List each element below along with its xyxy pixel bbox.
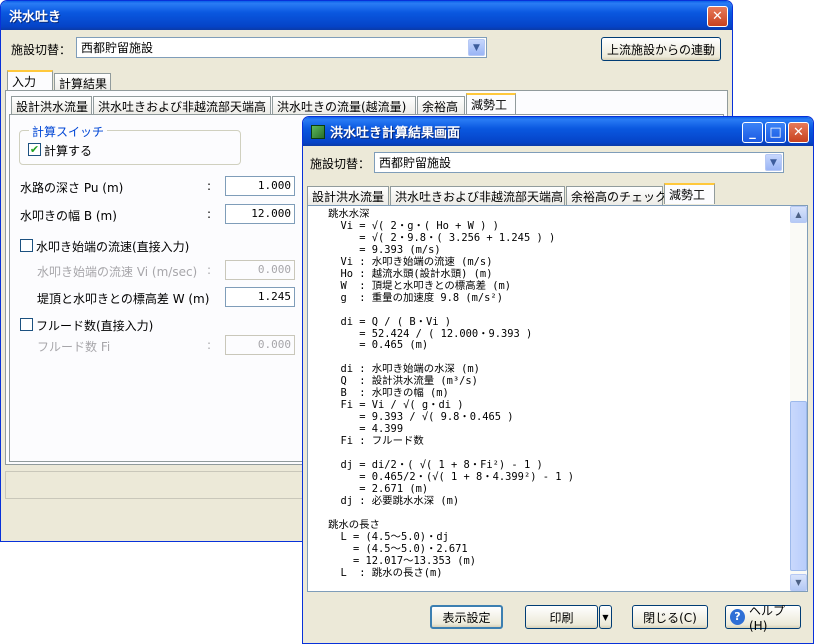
main-window-title: 洪水吐き — [9, 10, 62, 25]
height-diff-input[interactable]: 1.245 — [225, 287, 295, 307]
close-icon[interactable]: ✕ — [788, 122, 809, 143]
tab-design-flood-flow[interactable]: 設計洪水流量 — [11, 96, 92, 115]
result-text-area[interactable]: 跳水水深 Vi = √( 2・g・( Ho + W ) ) = √( 2・9.8… — [307, 205, 808, 592]
froude-input[interactable]: 0.000 — [225, 335, 295, 355]
help-button[interactable]: ? ヘルプ(H) — [725, 604, 801, 633]
help-button-label: ヘルプ(H) — [749, 603, 786, 633]
main-titlebar[interactable]: 洪水吐き — [1, 1, 732, 30]
channel-depth-colon: : — [207, 179, 212, 193]
apron-width-label: 水叩きの幅 B (m) — [20, 209, 117, 223]
chevron-down-icon[interactable]: ▼ — [468, 39, 485, 56]
froude-direct-checkbox[interactable] — [20, 318, 33, 331]
apron-width-colon: : — [207, 207, 212, 221]
result-facility-label: 施設切替： — [310, 157, 371, 171]
height-diff-label: 堤頂と水叩きとの標高差 W (m) — [37, 292, 210, 306]
scroll-down-icon[interactable]: ▼ — [790, 574, 807, 591]
apron-width-input[interactable]: 12.000 — [225, 204, 295, 224]
print-button[interactable]: 印刷 — [525, 605, 598, 629]
scrollbar-thumb[interactable] — [790, 401, 807, 571]
result-tab-design-flood-flow[interactable]: 設計洪水流量 — [307, 186, 389, 205]
result-facility-select-value: 西都貯留施設 — [379, 156, 452, 170]
tab-spillway-crest-height[interactable]: 洪水吐きおよび非越流部天端高 — [93, 96, 271, 115]
froude-direct-label: フルード数(直接入力) — [36, 319, 154, 333]
maximize-icon[interactable]: □ — [765, 122, 786, 143]
result-titlebar[interactable]: 洪水吐き計算結果画面 — [303, 117, 813, 146]
tab-freeboard[interactable]: 余裕高 — [417, 96, 465, 115]
vertical-scrollbar[interactable]: ▲ ▼ — [790, 206, 807, 591]
caret-down-icon: ▼ — [602, 612, 609, 622]
velocity-input[interactable]: 0.000 — [225, 260, 295, 280]
close-icon[interactable]: ✕ — [707, 6, 728, 27]
result-tab-freeboard-check[interactable]: 余裕高のチェック — [566, 186, 667, 205]
froude-colon: : — [207, 338, 212, 352]
channel-depth-label: 水路の深さ Pu (m) — [20, 181, 124, 195]
tab-input[interactable]: 入力 — [7, 70, 53, 91]
print-dropdown-button[interactable]: ▼ — [599, 605, 612, 629]
result-window-title: 洪水吐き計算結果画面 — [330, 126, 461, 141]
tab-energy-dissipator[interactable]: 減勢工 — [466, 93, 516, 114]
facility-select[interactable]: 西都貯留施設 ▼ — [76, 37, 487, 58]
velocity-colon: : — [207, 263, 212, 277]
tab-spillway-discharge[interactable]: 洪水吐きの流量(越流量) — [272, 96, 416, 115]
scroll-up-icon[interactable]: ▲ — [790, 206, 807, 223]
calc-checkbox[interactable]: ✔ — [28, 143, 41, 156]
facility-select-value: 西都貯留施設 — [81, 41, 154, 55]
chevron-down-icon[interactable]: ▼ — [765, 154, 782, 171]
facility-label: 施設切替： — [11, 43, 72, 57]
result-tab-energy-dissipator[interactable]: 減勢工 — [664, 183, 715, 204]
upstream-link-button[interactable]: 上流施設からの連動 — [601, 37, 721, 61]
calc-switch-title: 計算スイッチ — [29, 123, 108, 140]
close-button[interactable]: 閉じる(C) — [632, 605, 708, 629]
result-text: 跳水水深 Vi = √( 2・g・( Ho + W ) ) = √( 2・9.8… — [328, 208, 574, 579]
direct-velocity-label: 水叩き始端の流速(直接入力) — [36, 240, 190, 254]
help-icon: ? — [730, 609, 745, 625]
display-settings-button[interactable]: 表示設定 — [430, 605, 503, 629]
channel-depth-input[interactable]: 1.000 — [225, 176, 295, 196]
direct-velocity-checkbox[interactable] — [20, 239, 33, 252]
froude-label: フルード数 Fi — [37, 340, 111, 354]
result-tab-spillway-crest-height[interactable]: 洪水吐きおよび非越流部天端高 — [390, 186, 565, 205]
app-icon — [311, 124, 325, 139]
minimize-icon[interactable]: _ — [742, 122, 763, 143]
calc-checkbox-label: 計算する — [44, 144, 93, 158]
result-facility-select[interactable]: 西都貯留施設 ▼ — [374, 152, 784, 173]
velocity-label: 水叩き始端の流速 Vi (m/sec) — [37, 265, 198, 279]
